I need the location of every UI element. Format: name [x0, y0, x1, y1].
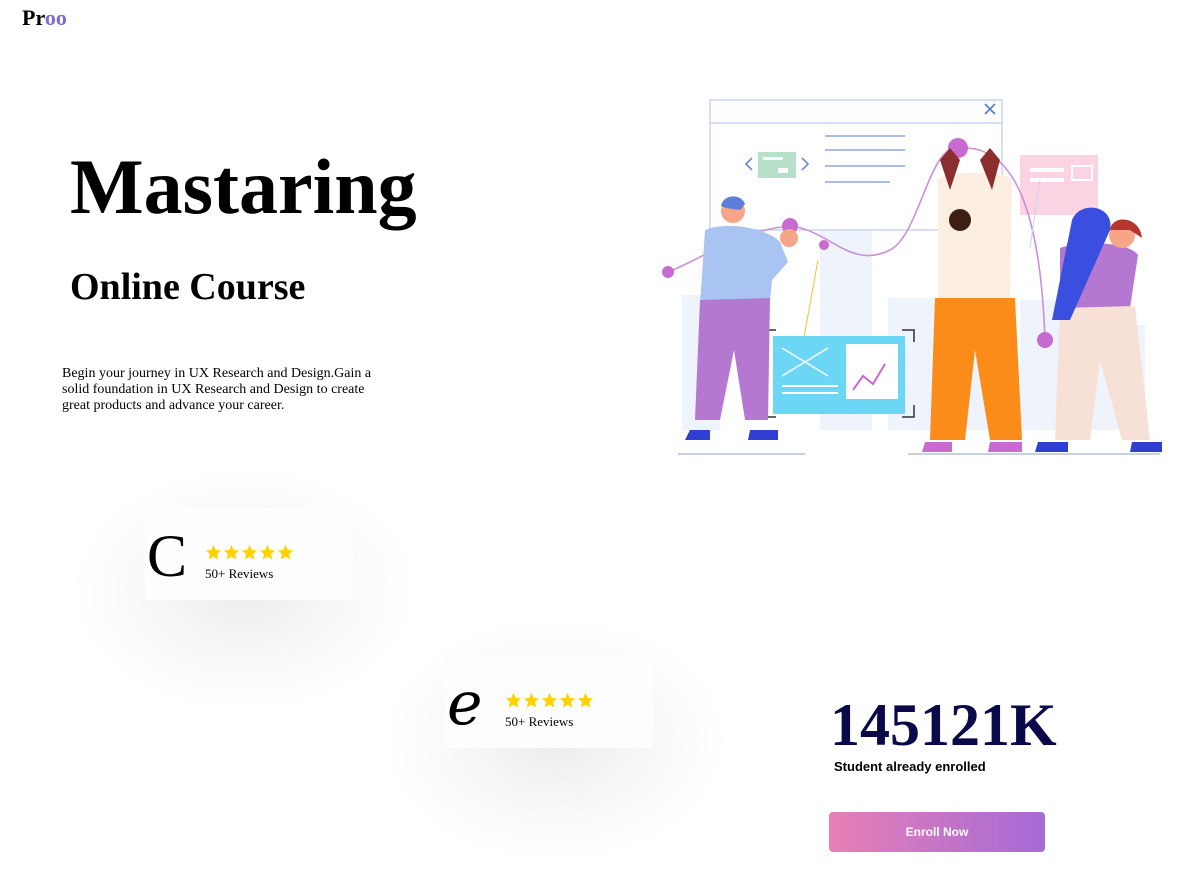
review-avatar-letter: e: [447, 669, 483, 739]
star-icon: [505, 692, 522, 708]
hero-title: Mastaring: [70, 143, 417, 230]
logo: Proo: [22, 5, 67, 31]
star-icon: [277, 544, 294, 560]
logo-prefix: Pr: [22, 5, 45, 30]
reviews-count: 50+ Reviews: [505, 714, 574, 729]
rating-stars: [205, 544, 294, 561]
star-icon: [205, 544, 222, 560]
review-card: e 50+ Reviews: [445, 656, 653, 748]
star-icon: [241, 544, 258, 560]
team-analytics-illustration: [662, 99, 1162, 455]
enrolled-label: Student already enrolled: [834, 759, 986, 774]
review-card: C 50+ Reviews: [145, 508, 353, 600]
star-icon: [259, 544, 276, 560]
star-icon: [523, 692, 540, 708]
review-avatar-letter: C: [147, 523, 188, 589]
enroll-now-button[interactable]: Enroll Now: [829, 812, 1045, 852]
reviews-count: 50+ Reviews: [205, 566, 274, 581]
star-icon: [577, 692, 594, 708]
star-icon: [541, 692, 558, 708]
logo-accent: oo: [44, 5, 67, 30]
enrolled-count: 145121K: [830, 692, 1057, 758]
rating-stars: [505, 692, 594, 709]
star-icon: [223, 544, 240, 560]
hero-subtitle: Online Course: [70, 266, 306, 308]
hero-description: Begin your journey in UX Research and De…: [62, 366, 372, 413]
star-icon: [559, 692, 576, 708]
